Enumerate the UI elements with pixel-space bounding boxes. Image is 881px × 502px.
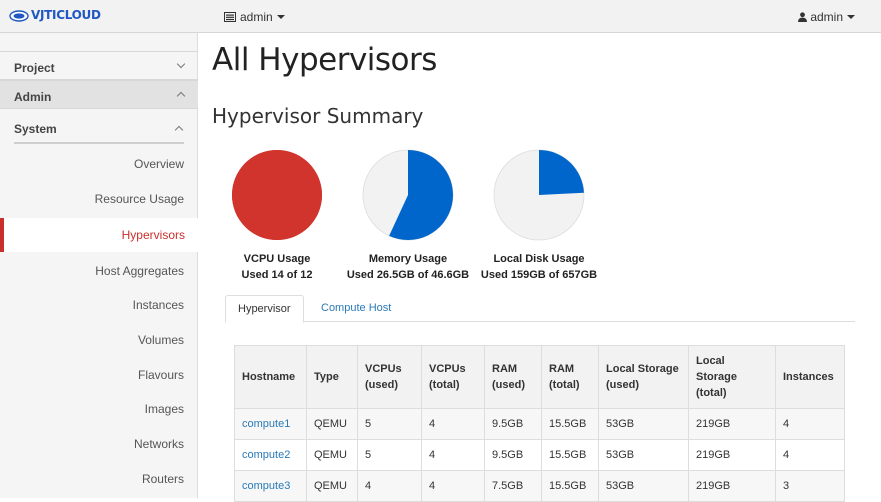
pie-chart xyxy=(493,149,585,241)
table-cell: QEMU xyxy=(306,470,358,502)
tab-compute-host[interactable]: Compute Host xyxy=(309,295,403,323)
hostname-link[interactable]: compute2 xyxy=(242,449,290,461)
table-cell: QEMU xyxy=(306,408,358,440)
table-cell: 219GB xyxy=(688,408,776,440)
hypervisors-table: Hostname Type VCPUs (used) VCPUs (total)… xyxy=(234,345,845,502)
pie-label: Memory Usage xyxy=(368,253,448,265)
sidebar-item-overview[interactable]: Overview xyxy=(0,147,198,181)
chevron-up-icon xyxy=(174,125,184,135)
table-cell: 4 xyxy=(357,470,422,502)
table-cell: 53GB xyxy=(598,408,689,440)
sidebar-item-volumes[interactable]: Volumes xyxy=(0,323,198,357)
sidebar-item-routers[interactable]: Routers xyxy=(0,462,198,496)
column-header[interactable]: Local Storage (total) xyxy=(688,345,776,409)
sidebar-panel-system[interactable]: System xyxy=(14,122,184,144)
table-header-row: Hostname Type VCPUs (used) VCPUs (total)… xyxy=(234,345,845,409)
main-content: All Hypervisors Hypervisor Summary VCPU … xyxy=(198,33,881,502)
list-icon xyxy=(224,12,236,22)
chevron-down-icon xyxy=(847,15,855,19)
pie-sublabel: Used 14 of 12 xyxy=(241,269,313,281)
table-cell: 219GB xyxy=(688,470,776,502)
table-cell: 4 xyxy=(421,439,485,471)
sidebar-category-project[interactable]: Project xyxy=(0,51,198,80)
sidebar-category-label: Project xyxy=(14,61,55,75)
user-icon xyxy=(798,12,808,22)
table-cell: 15.5GB xyxy=(541,408,599,440)
table-row: compute2 QEMU 5 4 9.5GB 15.5GB 53GB 219G… xyxy=(234,439,845,471)
hypervisor-tabs: Hypervisor Compute Host xyxy=(225,295,855,323)
table-cell: 219GB xyxy=(688,439,776,471)
sidebar-category-admin[interactable]: Admin xyxy=(0,80,198,109)
chevron-up-icon xyxy=(176,91,186,101)
table-cell: 15.5GB xyxy=(541,439,599,471)
sidebar-panel-label: System xyxy=(14,122,57,136)
table-cell: compute1 xyxy=(234,408,307,440)
brand-name: VJTICLOUD xyxy=(31,8,101,22)
page-title: All Hypervisors xyxy=(212,42,437,78)
column-header[interactable]: RAM (total) xyxy=(541,345,599,409)
table-cell: 3 xyxy=(775,470,845,502)
table-cell: 5 xyxy=(357,408,422,440)
section-title: Hypervisor Summary xyxy=(212,104,424,128)
column-header[interactable]: Type xyxy=(306,345,358,409)
table-cell: 4 xyxy=(775,439,845,471)
user-menu-label: admin xyxy=(810,10,843,24)
project-switcher[interactable]: admin xyxy=(224,10,285,24)
table-cell: 4 xyxy=(775,408,845,440)
cloud-logo-icon xyxy=(9,10,29,22)
brand-logo[interactable]: VJTICLOUD xyxy=(9,8,101,22)
pie-label: VCPU Usage xyxy=(243,253,311,265)
pie-label: Local Disk Usage xyxy=(493,253,585,265)
pie-sublabel: Used 159GB of 657GB xyxy=(480,269,598,281)
tab-hypervisor[interactable]: Hypervisor xyxy=(225,295,304,323)
table-cell: 4 xyxy=(421,408,485,440)
hostname-link[interactable]: compute1 xyxy=(242,418,290,430)
pie-vcpu-usage: VCPU Usage Used 14 of 12 xyxy=(212,149,342,281)
sidebar: Project Admin System Overview Resource U… xyxy=(0,33,199,498)
table-cell: compute2 xyxy=(234,439,307,471)
sidebar-item-flavours[interactable]: Flavours xyxy=(0,358,198,392)
sidebar-item-hypervisors[interactable]: Hypervisors xyxy=(0,218,199,252)
pie-local-disk-usage: Local Disk Usage Used 159GB of 657GB xyxy=(474,149,604,281)
pie-chart xyxy=(231,150,322,240)
column-header[interactable]: VCPUs (used) xyxy=(357,345,422,409)
top-navbar: VJTICLOUD admin admin xyxy=(0,0,881,33)
chevron-down-icon xyxy=(176,59,186,69)
pie-slice xyxy=(231,150,322,240)
table-row: compute1 QEMU 5 4 9.5GB 15.5GB 53GB 219G… xyxy=(234,408,845,440)
table-cell: 53GB xyxy=(598,439,689,471)
column-header[interactable]: RAM (used) xyxy=(484,345,542,409)
user-menu[interactable]: admin xyxy=(798,10,855,24)
hostname-link[interactable]: compute3 xyxy=(242,480,290,492)
column-header[interactable]: Local Storage (used) xyxy=(598,345,689,409)
sidebar-item-host-aggregates[interactable]: Host Aggregates xyxy=(0,254,198,288)
sidebar-item-images[interactable]: Images xyxy=(0,392,198,426)
pie-chart xyxy=(362,149,454,241)
table-cell: 7.5GB xyxy=(484,470,542,502)
column-header[interactable]: Instances xyxy=(775,345,845,409)
table-cell: 5 xyxy=(357,439,422,471)
pie-slice xyxy=(539,150,584,195)
sidebar-item-instances[interactable]: Instances xyxy=(0,288,198,322)
table-cell: 53GB xyxy=(598,470,689,502)
chevron-down-icon xyxy=(276,15,285,19)
table-cell: 4 xyxy=(421,470,485,502)
project-switcher-label: admin xyxy=(240,10,273,24)
table-cell: compute3 xyxy=(234,470,307,502)
sidebar-category-label: Admin xyxy=(14,90,52,104)
table-cell: 9.5GB xyxy=(484,439,542,471)
pie-sublabel: Used 26.5GB of 46.6GB xyxy=(346,269,470,281)
column-header[interactable]: Hostname xyxy=(234,345,307,409)
table-cell: QEMU xyxy=(306,439,358,471)
pie-memory-usage: Memory Usage Used 26.5GB of 46.6GB xyxy=(343,149,473,281)
table-row: compute3 QEMU 4 4 7.5GB 15.5GB 53GB 219G… xyxy=(234,470,845,502)
sidebar-item-networks[interactable]: Networks xyxy=(0,427,198,461)
column-header[interactable]: VCPUs (total) xyxy=(421,345,485,409)
table-cell: 9.5GB xyxy=(484,408,542,440)
sidebar-item-resource-usage[interactable]: Resource Usage xyxy=(0,182,198,216)
table-cell: 15.5GB xyxy=(541,470,599,502)
